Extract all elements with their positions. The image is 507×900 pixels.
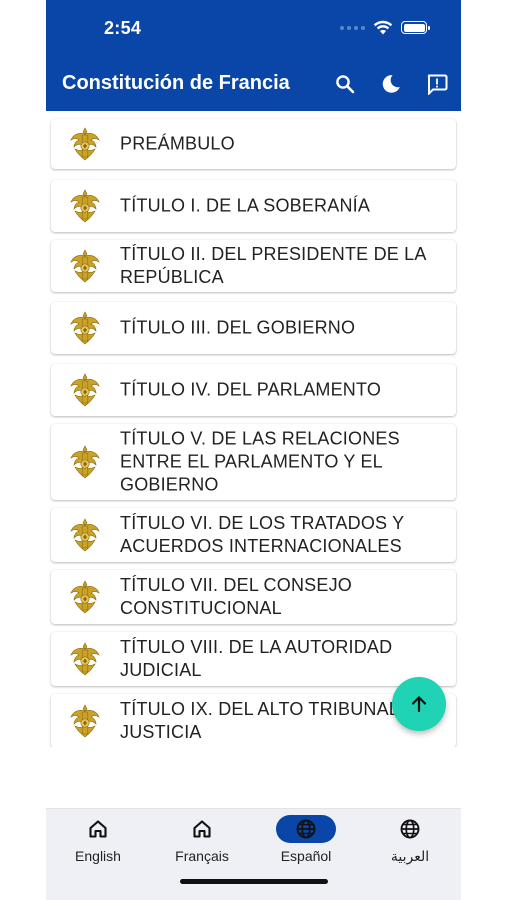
- section-label: TÍTULO VIII. DE LA AUTORIDAD JUDICIAL: [120, 637, 393, 680]
- page-title: Constitución de Francia: [62, 72, 290, 94]
- section-label: TÍTULO VII. DEL CONSEJO CONSTITUCIONAL: [120, 575, 352, 618]
- section-item-titulo-5[interactable]: TÍTULO V. DE LAS RELACIONES ENTRE EL PAR…: [51, 424, 456, 500]
- cellular-signal-icon: [340, 25, 365, 30]
- section-item-preambulo[interactable]: PREÁMBULO: [51, 119, 456, 169]
- emblem-icon: [68, 516, 102, 554]
- section-label: TÍTULO II. DEL PRESIDENTE DE LA REPÚBLIC…: [120, 244, 426, 287]
- section-label: PREÁMBULO: [120, 133, 235, 154]
- section-item-titulo-8[interactable]: TÍTULO VIII. DE LA AUTORIDAD JUDICIAL: [51, 632, 456, 686]
- section-label: TÍTULO I. DE LA SOBERANÍA: [120, 195, 371, 216]
- emblem-icon: [68, 443, 102, 481]
- section-item-titulo-6[interactable]: TÍTULO VI. DE LOS TRATADOS Y ACUERDOS IN…: [51, 508, 456, 562]
- scroll-to-top-button[interactable]: [392, 677, 446, 731]
- home-icon: [193, 820, 211, 838]
- wifi-icon: [373, 20, 393, 35]
- emblem-icon: [68, 578, 102, 616]
- emblem-icon: [68, 247, 102, 285]
- home-icon: [89, 820, 107, 838]
- nav-francais[interactable]: Français: [150, 815, 254, 875]
- section-item-titulo-3[interactable]: TÍTULO III. DEL GOBIERNO: [51, 302, 456, 354]
- globe-icon: [400, 819, 420, 839]
- section-item-titulo-2[interactable]: TÍTULO II. DEL PRESIDENTE DE LA REPÚBLIC…: [51, 240, 456, 292]
- nav-icon-container: [380, 815, 440, 843]
- search-icon: [336, 75, 355, 94]
- nav-label: Español: [280, 848, 332, 864]
- search-button[interactable]: [333, 72, 357, 96]
- bottom-navigation: English Français Español العربية: [46, 808, 461, 900]
- emblem-icon: [68, 702, 102, 740]
- section-item-titulo-4[interactable]: TÍTULO IV. DEL PARLAMENTO: [51, 364, 456, 416]
- sections-list: PREÁMBULO TÍTULO I. DE LA SOBERANÍA TÍTU…: [46, 111, 461, 747]
- dark-mode-button[interactable]: [379, 72, 403, 96]
- section-label: TÍTULO VI. DE LOS TRATADOS Y ACUERDOS IN…: [120, 513, 405, 556]
- battery-icon: [401, 21, 430, 34]
- emblem-icon: [68, 187, 102, 225]
- nav-icon-container: [276, 815, 336, 843]
- home-indicator: [180, 879, 328, 884]
- arrow-up-icon: [411, 696, 427, 713]
- status-indicators: [340, 20, 430, 35]
- emblem-icon: [68, 640, 102, 678]
- nav-label: العربية: [390, 848, 430, 864]
- section-label: TÍTULO V. DE LAS RELACIONES ENTRE EL PAR…: [120, 428, 400, 495]
- nav-icon-container: [172, 815, 232, 843]
- emblem-icon: [68, 309, 102, 347]
- app-bar: 2:54 Constitución de Francia: [46, 0, 461, 111]
- globe-icon: [296, 819, 316, 839]
- nav-arabic[interactable]: العربية: [358, 815, 461, 875]
- dark-mode-icon: [382, 75, 400, 93]
- emblem-icon: [68, 125, 102, 163]
- status-time: 2:54: [104, 18, 142, 38]
- nav-label: Français: [175, 848, 229, 864]
- nav-espanol[interactable]: Español: [254, 815, 358, 875]
- nav-icon-container: [68, 815, 128, 843]
- section-label: TÍTULO III. DEL GOBIERNO: [120, 317, 356, 338]
- feedback-icon: [427, 74, 448, 95]
- nav-english[interactable]: English: [46, 815, 150, 875]
- section-item-titulo-1[interactable]: TÍTULO I. DE LA SOBERANÍA: [51, 180, 456, 232]
- nav-label: English: [75, 848, 121, 864]
- section-item-titulo-7[interactable]: TÍTULO VII. DEL CONSEJO CONSTITUCIONAL: [51, 570, 456, 624]
- phone-screen: 2:54 Constitución de Francia PREÁMBULO T…: [46, 0, 461, 900]
- emblem-icon: [68, 371, 102, 409]
- app-bar-actions: [333, 72, 449, 96]
- feedback-button[interactable]: [425, 72, 449, 96]
- section-label: TÍTULO IV. DEL PARLAMENTO: [120, 379, 382, 400]
